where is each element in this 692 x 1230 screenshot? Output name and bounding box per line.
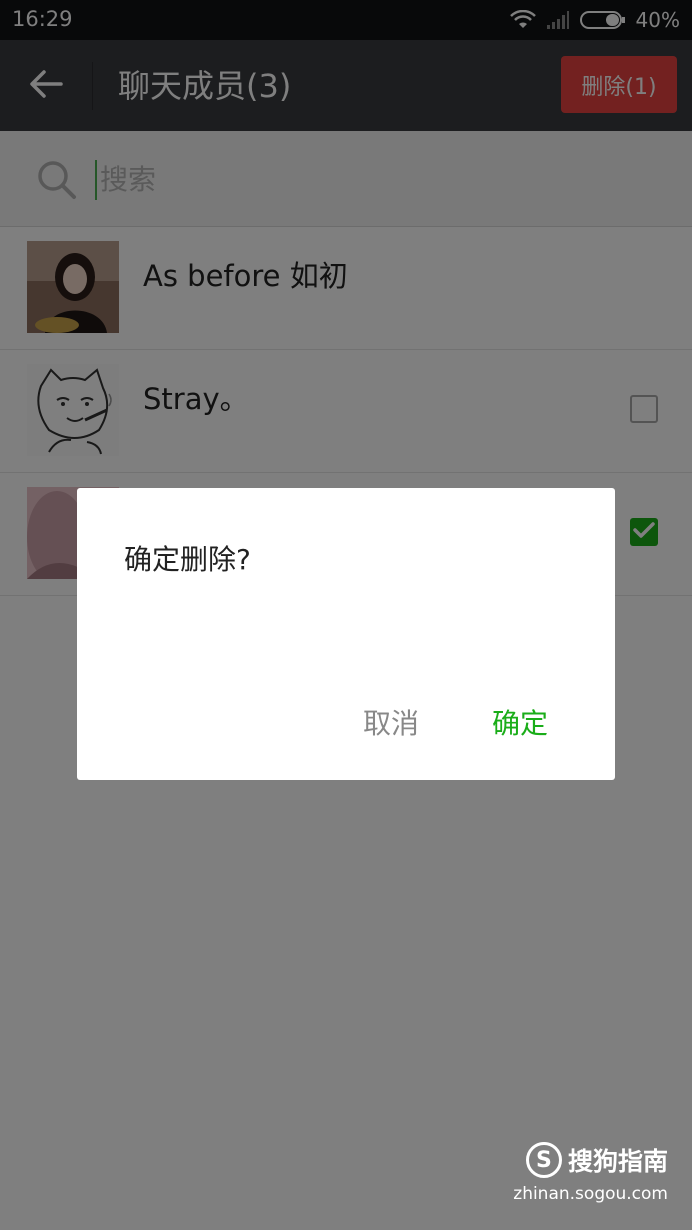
confirm-dialog: 确定删除? 取消 确定 [77, 488, 615, 780]
cancel-button[interactable]: 取消 [363, 702, 419, 742]
watermark-brand: 搜狗指南 [567, 1147, 668, 1176]
watermark: S 搜狗指南 zhinan.sogou.com [513, 1142, 668, 1204]
sogou-logo-icon: S [525, 1142, 562, 1178]
dialog-message: 确定删除? [124, 543, 251, 576]
confirm-button[interactable]: 确定 [492, 702, 548, 742]
watermark-url: zhinan.sogou.com [513, 1184, 668, 1204]
